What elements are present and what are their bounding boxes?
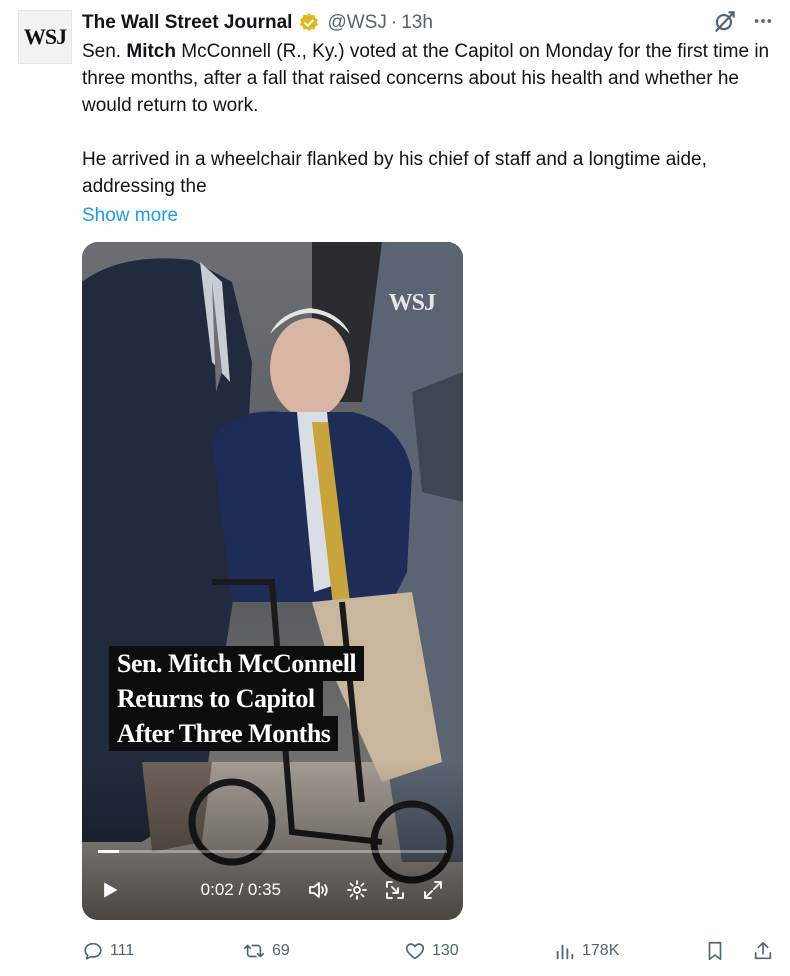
views-chart-icon: [556, 944, 574, 960]
video-time: 0:02 / 0:35: [200, 880, 281, 899]
reply-icon: [84, 942, 102, 960]
tweet-paragraph-2: He arrived in a wheelchair flanked by hi…: [82, 149, 707, 197]
avatar[interactable]: WSJ: [18, 10, 72, 64]
reply-button[interactable]: 111: [82, 940, 242, 962]
video-watermark: WSJ: [388, 290, 436, 316]
fullscreen-icon[interactable]: [421, 878, 445, 902]
play-icon[interactable]: [100, 880, 120, 900]
video-progress-bar[interactable]: [98, 850, 447, 853]
tweet-header: The Wall Street Journal @WSJ · 13h: [82, 10, 433, 36]
author-name[interactable]: The Wall Street Journal: [82, 12, 292, 34]
show-more-link[interactable]: Show more: [82, 202, 772, 229]
video-frame: [82, 242, 463, 920]
tweet: WSJ The Wall Street Journal @WSJ · 13h S…: [0, 0, 790, 976]
caption-line: Returns to Capitol: [109, 681, 323, 716]
body-prefix: Sen.: [82, 41, 127, 62]
volume-icon[interactable]: [307, 878, 331, 902]
gold-verified-icon: [300, 13, 319, 31]
repost-count: 69: [272, 942, 290, 959]
bookmark-icon[interactable]: [704, 939, 726, 963]
body-bold-name: Mitch: [126, 41, 176, 62]
more-icon[interactable]: [752, 10, 774, 32]
video-controls: 0:02 / 0:35: [82, 870, 463, 910]
author-handle[interactable]: @WSJ: [327, 12, 386, 34]
body-suffix: McConnell (R., Ky.) voted at the Capitol…: [82, 41, 770, 116]
tweet-actions: 111 69 130 178K: [82, 936, 774, 966]
views-button[interactable]: 178K: [554, 940, 704, 962]
like-button[interactable]: 130: [404, 940, 552, 962]
caption-line: Sen. Mitch McConnell: [109, 646, 365, 681]
share-icon[interactable]: [752, 939, 774, 963]
grok-icon[interactable]: [712, 8, 738, 34]
repost-button[interactable]: 69: [242, 940, 400, 962]
secondary-actions: [704, 939, 774, 963]
pip-icon[interactable]: [383, 878, 407, 902]
video-caption: Sen. Mitch McConnell Returns to Capitol …: [109, 646, 365, 751]
separator-dot: ·: [390, 12, 398, 33]
timestamp[interactable]: 13h: [401, 12, 433, 34]
header-actions: [712, 8, 774, 34]
views-count: 178K: [582, 942, 620, 959]
reply-count: 111: [110, 942, 135, 959]
tweet-body: Sen. Mitch McConnell (R., Ky.) voted at …: [82, 38, 772, 229]
repost-icon: [244, 944, 264, 958]
caption-line: After Three Months: [109, 716, 339, 751]
video-progress-fill: [98, 850, 119, 853]
avatar-logo-text: WSJ: [23, 24, 67, 49]
tweet-paragraph-1: Sen. Mitch McConnell (R., Ky.) voted at …: [82, 38, 772, 119]
like-count: 130: [432, 942, 459, 959]
video-player[interactable]: WSJ Sen. Mitch McConnell Returns to Capi…: [82, 242, 463, 920]
heart-icon: [405, 943, 425, 960]
settings-icon[interactable]: [345, 878, 369, 902]
